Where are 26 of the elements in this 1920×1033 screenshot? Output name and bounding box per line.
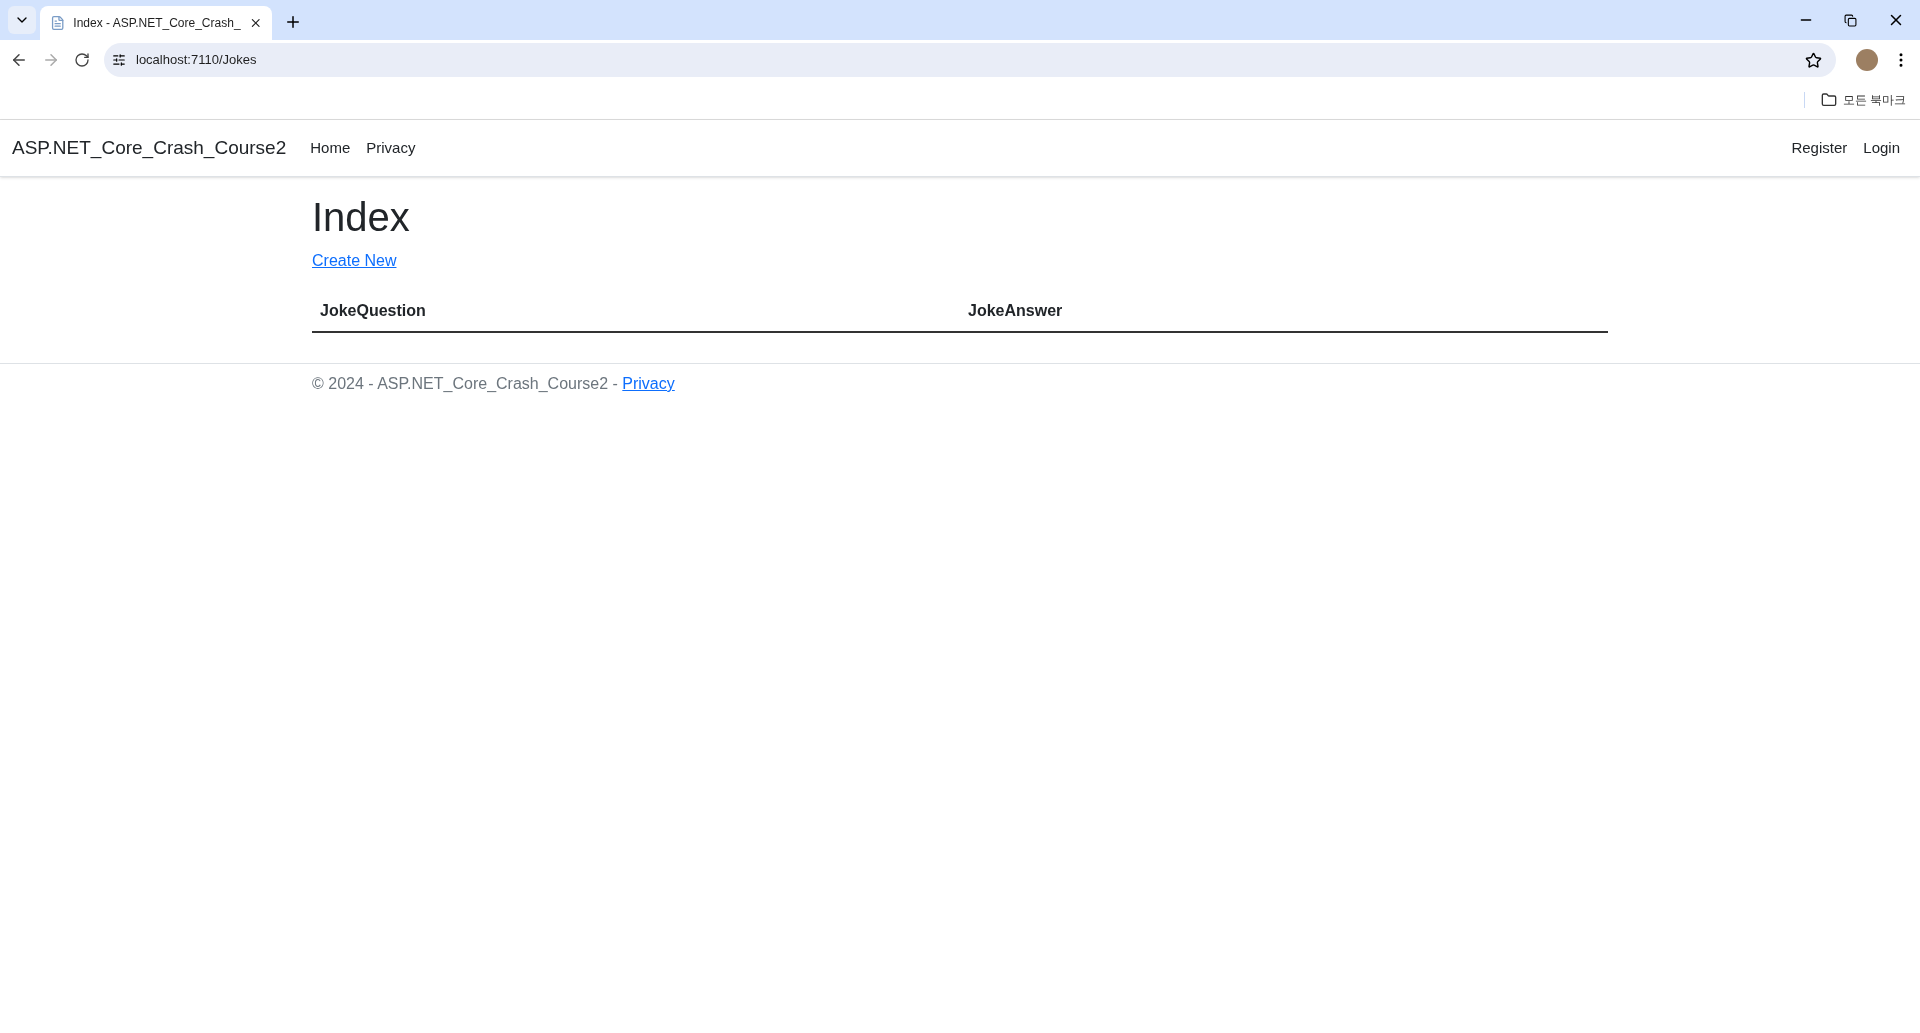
nav-link[interactable]: Home [302, 136, 359, 160]
folder-icon [1820, 91, 1837, 108]
column-header: JokeAnswer [967, 301, 1064, 321]
url-text: localhost:7110/Jokes [136, 51, 258, 70]
nav-link[interactable]: Privacy [358, 136, 424, 160]
address-bar[interactable]: localhost:7110/Jokes [104, 43, 1836, 77]
create-new-link[interactable]: Create New [312, 252, 397, 269]
page-icon [50, 15, 66, 31]
back-icon[interactable] [10, 51, 28, 69]
restore-icon[interactable] [1844, 13, 1857, 27]
nav-link[interactable]: Login [1855, 136, 1908, 160]
privacy-link[interactable]: Privacy [622, 375, 675, 392]
brand-link[interactable]: ASP.NET_Core_Crash_Course2 [12, 133, 287, 163]
page-heading: Index [312, 194, 411, 241]
all-bookmarks-button[interactable]: 모든 북마크 [1820, 90, 1906, 109]
browser-tab[interactable]: Index - ASP.NET_Core_Crash_ [40, 6, 272, 40]
footer-text: © 2024 - ASP.NET_Core_Crash_Course2 - Privacy [312, 374, 676, 394]
column-header: JokeQuestion [319, 301, 427, 321]
site-info-icon[interactable] [112, 53, 126, 67]
nav-link[interactable]: Register [1783, 136, 1856, 160]
tab-search-button[interactable] [8, 6, 36, 34]
new-tab-icon[interactable] [284, 13, 302, 31]
reload-icon[interactable] [74, 52, 90, 68]
profile-avatar[interactable] [1856, 49, 1878, 71]
bookmark-star-icon[interactable] [1805, 51, 1822, 69]
tab-title: Index - ASP.NET_Core_Crash_ [73, 15, 241, 32]
